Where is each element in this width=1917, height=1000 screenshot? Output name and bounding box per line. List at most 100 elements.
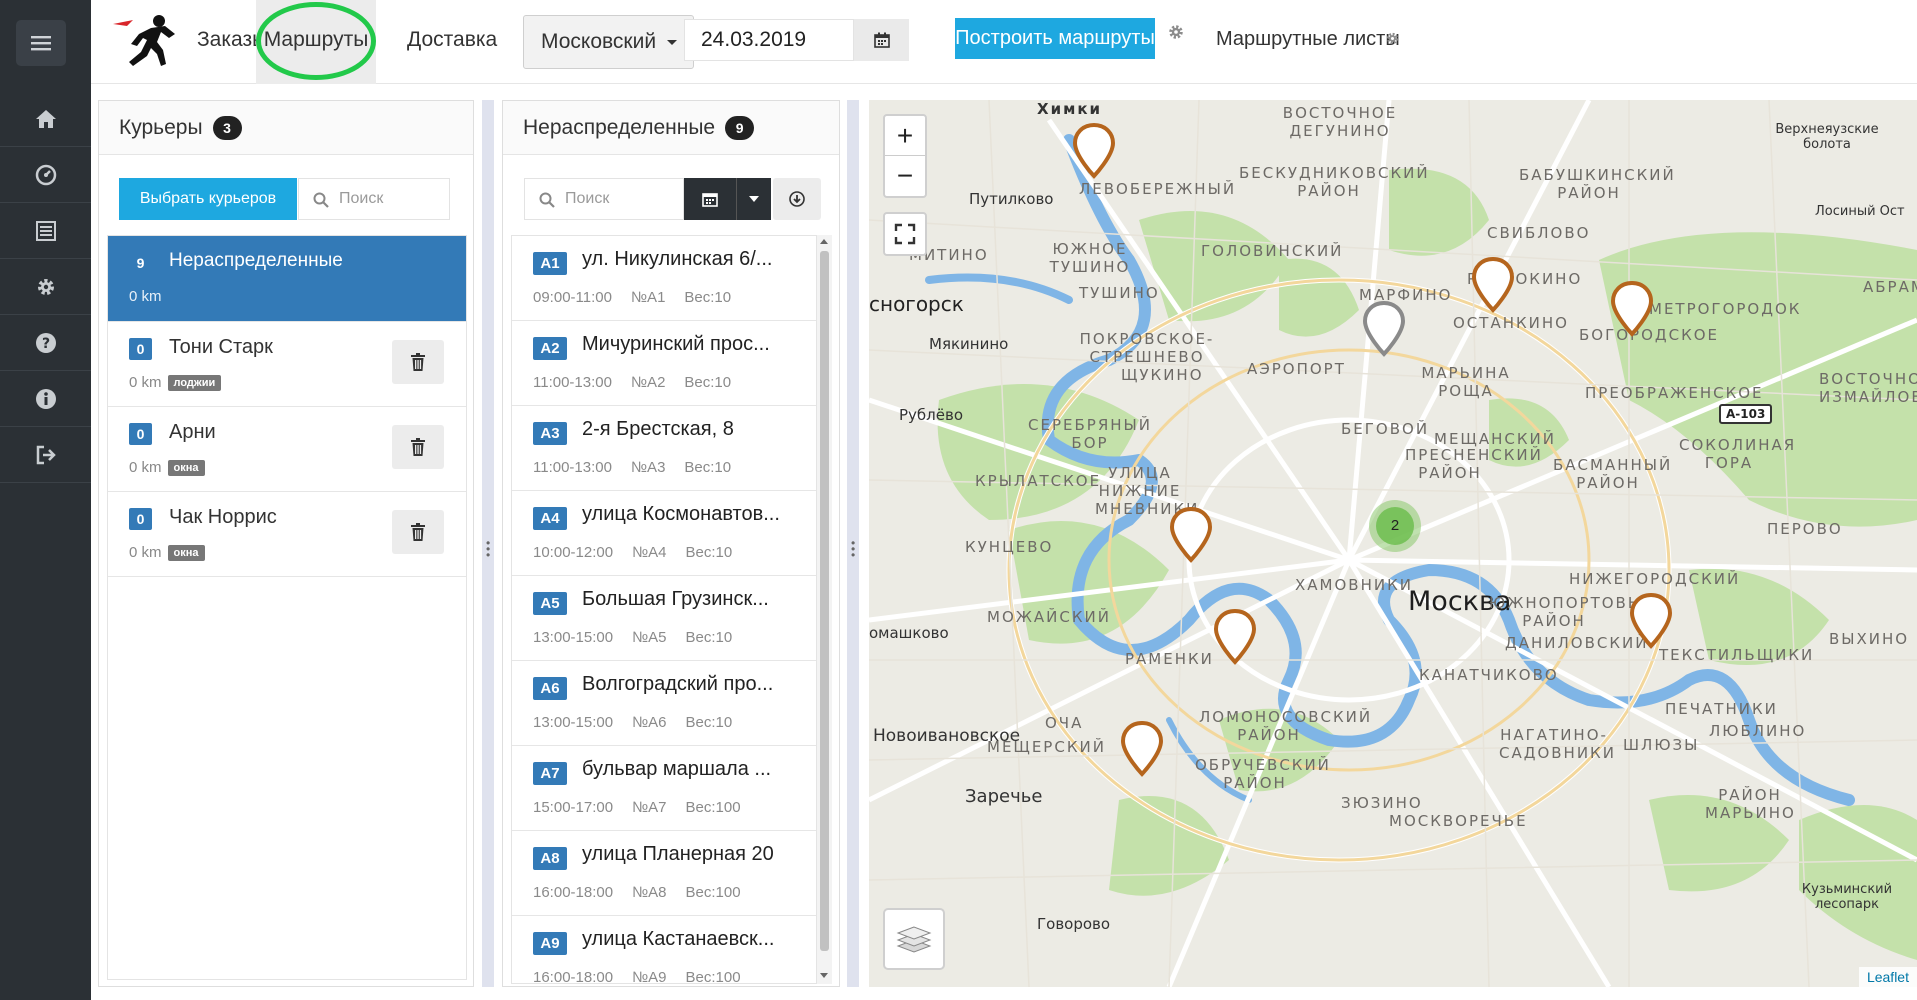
order-address: Волгоградский про... — [582, 673, 774, 695]
sidebar-item-logout[interactable] — [0, 427, 91, 483]
delete-courier-button[interactable] — [392, 425, 444, 469]
hamburger-icon[interactable] — [16, 20, 66, 66]
route-sheets-link[interactable]: Маршрутные листы — [1216, 0, 1400, 80]
fullscreen-button[interactable] — [883, 212, 927, 256]
zoom-in-button[interactable]: + — [885, 116, 925, 156]
delivery-marker-icon[interactable] — [1362, 300, 1406, 358]
order-time: 16:00-18:00 — [533, 884, 614, 901]
courier-item[interactable]: 0 Чак Норрис 0 km окна — [108, 492, 466, 577]
order-number: №A3 — [630, 459, 666, 476]
build-settings-gear-icon[interactable] — [1167, 23, 1185, 41]
couriers-title: Курьеры — [119, 116, 203, 139]
route-sheets-gear-icon[interactable] — [1385, 31, 1400, 46]
calendar-button[interactable] — [854, 19, 909, 61]
couriers-search-input[interactable]: Поиск — [298, 178, 450, 220]
courier-item[interactable]: 0 Тони Старк 0 km лоджии — [108, 322, 466, 407]
order-item[interactable]: A4 улица Космонавтов... 10:00-12:00 №A4 Ве… — [512, 491, 816, 576]
sidebar-item-dashboard[interactable] — [0, 147, 91, 203]
delete-courier-button[interactable] — [392, 340, 444, 384]
trash-icon — [411, 438, 425, 456]
info-icon — [35, 388, 56, 409]
map-label-khimki: Химки — [1037, 100, 1103, 118]
order-item[interactable]: A3 2-я Брестская, 8 11:00-13:00 №A3 Вес:10 — [512, 406, 816, 491]
sidebar-item-help[interactable]: ? — [0, 315, 91, 371]
logout-icon — [36, 445, 56, 464]
order-item[interactable]: A2 Мичуринский прос... 11:00-13:00 №A2 Вес… — [512, 321, 816, 406]
order-item[interactable]: A7 бульвар маршала ... 15:00-17:00 №A7 Вес… — [512, 746, 816, 831]
map-label-district: ВОСТОЧНО ИЗМАЙЛОВ — [1819, 370, 1917, 406]
panel-resize-handle[interactable]: • • • — [847, 100, 859, 987]
fullscreen-icon — [894, 223, 916, 245]
marker-cluster[interactable]: 2 — [1369, 500, 1421, 552]
delete-courier-button[interactable] — [392, 510, 444, 554]
order-code: A9 — [533, 932, 567, 955]
sort-download-button[interactable] — [773, 178, 821, 220]
layers-button[interactable] — [883, 908, 945, 970]
order-number: №A8 — [632, 884, 667, 901]
route-map[interactable]: Химки сногорск Путилково Мякинино Рублёв… — [869, 100, 1917, 987]
map-label-district: ПЕРОВО — [1767, 520, 1843, 538]
couriers-panel: Курьеры 3 Выбрать курьеров Поиск 9 Нерасп… — [98, 100, 474, 987]
scroll-up-arrow-icon[interactable] — [820, 239, 828, 244]
map-label-district: ЮЖНОПОРТОВЫЙ РАЙОН — [1489, 594, 1657, 630]
sidebar-item-list[interactable] — [0, 203, 91, 259]
map-attribution-link[interactable]: Leaflet — [1858, 967, 1917, 987]
orders-search-input[interactable]: Поиск — [524, 178, 684, 220]
map-label-district: ОБРУЧЕВСКИЙ РАЙОН — [1195, 756, 1331, 792]
logo-runner-icon[interactable] — [111, 10, 179, 70]
order-number: №A6 — [632, 714, 667, 731]
courier-item[interactable]: 0 Арни 0 km окна — [108, 407, 466, 492]
panel-resize-handle[interactable]: • • • — [482, 100, 494, 987]
couriers-search-placeholder: Поиск — [339, 190, 384, 207]
order-weight: Вес:10 — [685, 629, 733, 646]
sidebar-item-info[interactable] — [0, 371, 91, 427]
map-label-district: ДАНИЛОВСКИЙ — [1505, 634, 1649, 652]
map-label-district: СОКОЛИНАЯ ГОРА — [1679, 436, 1797, 472]
date-filter-button[interactable] — [684, 178, 736, 220]
order-code: A4 — [533, 507, 567, 530]
scroll-down-arrow-icon[interactable] — [820, 973, 828, 978]
nav-delivery[interactable]: Доставка — [391, 0, 513, 84]
order-item[interactable]: A6 Волгоградский про... 13:00-15:00 №A6 Ве… — [512, 661, 816, 746]
map-label-district: БЕСКУДНИКОВСКИЙ РАЙОН — [1239, 164, 1430, 200]
date-input[interactable]: 24.03.2019 — [684, 19, 854, 61]
courier-order-count: 9 — [136, 255, 145, 271]
delivery-marker-icon[interactable] — [1120, 720, 1164, 778]
date-filter-dropdown[interactable] — [736, 178, 771, 220]
build-routes-button[interactable]: Построить маршруты — [955, 18, 1155, 59]
courier-order-count: 0 — [129, 508, 152, 530]
delivery-marker-icon[interactable] — [1629, 592, 1673, 650]
courier-distance: 0 km — [129, 374, 162, 391]
order-list-scrollbar[interactable] — [817, 235, 832, 984]
unassigned-title: Нераспределенные — [523, 116, 716, 139]
map-label-verkh-boloto: Верхнеяузские болота — [1775, 122, 1879, 152]
scrollbar-thumb[interactable] — [820, 251, 829, 951]
route-sheets-label: Маршрутные листы — [1216, 28, 1400, 50]
unassigned-header: Нераспределенные 9 — [503, 101, 839, 155]
district-select[interactable]: Московский — [523, 15, 694, 69]
order-code: A1 — [533, 252, 567, 275]
courier-tag: окна — [167, 545, 205, 562]
couriers-count-badge: 3 — [212, 116, 242, 141]
order-time: 11:00-13:00 — [533, 459, 612, 476]
delivery-marker-icon[interactable] — [1471, 256, 1515, 314]
caret-down-icon — [749, 196, 759, 202]
map-label-rublevo: Рублёво — [899, 406, 964, 424]
order-weight: Вес:100 — [685, 884, 741, 901]
delivery-marker-icon[interactable] — [1169, 506, 1213, 564]
map-label-district: БАСМАННЫЙ РАЙОН — [1553, 456, 1673, 492]
delivery-marker-icon[interactable] — [1072, 122, 1116, 180]
order-item[interactable]: A1 ул. Никулинская 6/... 09:00-11:00 №A1 В… — [512, 236, 816, 321]
order-item[interactable]: A8 улица Планерная 20 16:00-18:00 №A8 Вес:… — [512, 831, 816, 916]
delivery-marker-icon[interactable] — [1610, 280, 1654, 338]
delivery-marker-icon[interactable] — [1213, 608, 1257, 666]
sidebar-item-home[interactable] — [0, 91, 91, 147]
courier-item-unassigned[interactable]: 9 Нераспределенные 0 km — [108, 236, 466, 322]
select-couriers-button[interactable]: Выбрать курьеров — [119, 178, 297, 220]
order-item[interactable]: A5 Большая Грузинск... 13:00-15:00 №A5 Вес… — [512, 576, 816, 661]
zoom-out-button[interactable]: − — [885, 156, 925, 196]
sidebar-item-settings[interactable] — [0, 259, 91, 315]
active-tab-highlight — [256, 2, 376, 80]
order-item[interactable]: A9 улица Кастанаевск... 16:00-18:00 №A9 Ве… — [512, 916, 816, 983]
courier-order-count: 0 — [129, 338, 152, 360]
